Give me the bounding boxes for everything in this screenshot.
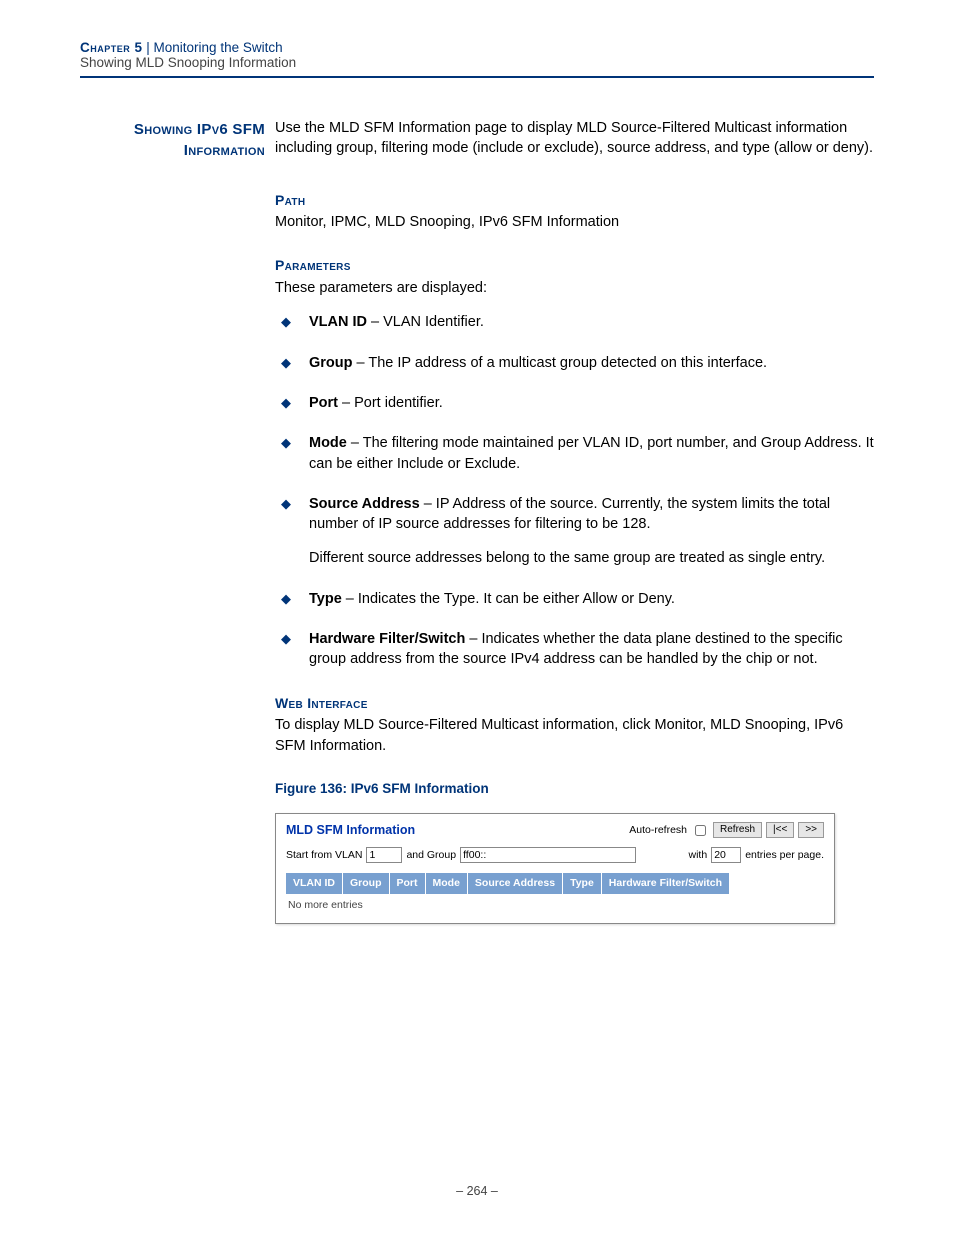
col-port: Port <box>389 873 425 894</box>
parameters-heading: Parameters <box>275 256 874 276</box>
page-first-button[interactable]: |<< <box>766 822 794 838</box>
header-title: Monitoring the Switch <box>154 40 283 55</box>
param-desc: – Port identifier. <box>338 395 443 411</box>
col-vlan-id: VLAN ID <box>286 873 343 894</box>
web-interface-text: To display MLD Source-Filtered Multicast… <box>275 715 874 756</box>
param-term: Type <box>309 591 342 607</box>
page-number: – 264 – <box>80 1184 874 1198</box>
param-desc: – The IP address of a multicast group de… <box>353 355 768 371</box>
param-item: Mode – The filtering mode maintained per… <box>275 433 874 474</box>
parameters-intro: These parameters are displayed: <box>275 278 874 298</box>
path-heading: Path <box>275 191 874 211</box>
side-heading-line1: Showing IPv6 SFM <box>134 121 265 138</box>
param-item: Hardware Filter/Switch – Indicates wheth… <box>275 629 874 670</box>
entries-input[interactable] <box>711 847 741 863</box>
page-next-button[interactable]: >> <box>798 822 824 838</box>
entries-label: entries per page. <box>745 848 824 863</box>
with-label: with <box>689 848 708 863</box>
start-vlan-input[interactable] <box>366 847 402 863</box>
auto-refresh-label: Auto-refresh <box>629 823 687 838</box>
param-term: Source Address <box>309 496 420 512</box>
group-input[interactable] <box>460 847 636 863</box>
param-desc: – Indicates the Type. It can be either A… <box>342 591 675 607</box>
screenshot-panel: MLD SFM Information Auto-refresh Refresh… <box>275 813 835 924</box>
auto-refresh-checkbox[interactable] <box>695 825 706 836</box>
page-header: Chapter 5 | Monitoring the Switch Showin… <box>80 40 874 70</box>
param-item: Type – Indicates the Type. It can be eit… <box>275 589 874 609</box>
param-item: Group – The IP address of a multicast gr… <box>275 353 874 373</box>
refresh-button[interactable]: Refresh <box>713 822 762 838</box>
param-term: Mode <box>309 435 347 451</box>
param-term: Port <box>309 395 338 411</box>
param-desc: – VLAN Identifier. <box>367 314 484 330</box>
param-item: Source Address – IP Address of the sourc… <box>275 494 874 569</box>
param-extra: Different source addresses belong to the… <box>309 548 874 568</box>
no-more-entries: No more entries <box>286 894 824 913</box>
col-group: Group <box>343 873 390 894</box>
side-heading-line2: Information <box>184 142 265 159</box>
header-sep: | <box>143 40 154 55</box>
section-side-heading: Showing IPv6 SFM Information <box>80 118 265 161</box>
param-term: Group <box>309 355 353 371</box>
figure-caption: Figure 136: IPv6 SFM Information <box>275 780 874 799</box>
col-hw-filter: Hardware Filter/Switch <box>601 873 729 894</box>
param-item: VLAN ID – VLAN Identifier. <box>275 312 874 332</box>
panel-title: MLD SFM Information <box>286 822 415 840</box>
parameters-list: VLAN ID – VLAN Identifier. Group – The I… <box>275 312 874 669</box>
path-text: Monitor, IPMC, MLD Snooping, IPv6 SFM In… <box>275 212 874 232</box>
group-label: and Group <box>406 848 456 863</box>
header-rule <box>80 76 874 78</box>
param-desc: – The filtering mode maintained per VLAN… <box>309 435 874 471</box>
start-vlan-label: Start from VLAN <box>286 848 362 863</box>
web-interface-heading: Web Interface <box>275 694 874 714</box>
param-term: Hardware Filter/Switch <box>309 631 465 647</box>
col-type: Type <box>563 873 602 894</box>
intro-paragraph: Use the MLD SFM Information page to disp… <box>275 118 874 159</box>
param-item: Port – Port identifier. <box>275 393 874 413</box>
sfm-table: VLAN ID Group Port Mode Source Address T… <box>286 873 729 894</box>
param-term: VLAN ID <box>309 314 367 330</box>
col-source-address: Source Address <box>467 873 562 894</box>
col-mode: Mode <box>425 873 467 894</box>
chapter-label: Chapter 5 <box>80 40 143 55</box>
header-subtitle: Showing MLD Snooping Information <box>80 55 874 70</box>
